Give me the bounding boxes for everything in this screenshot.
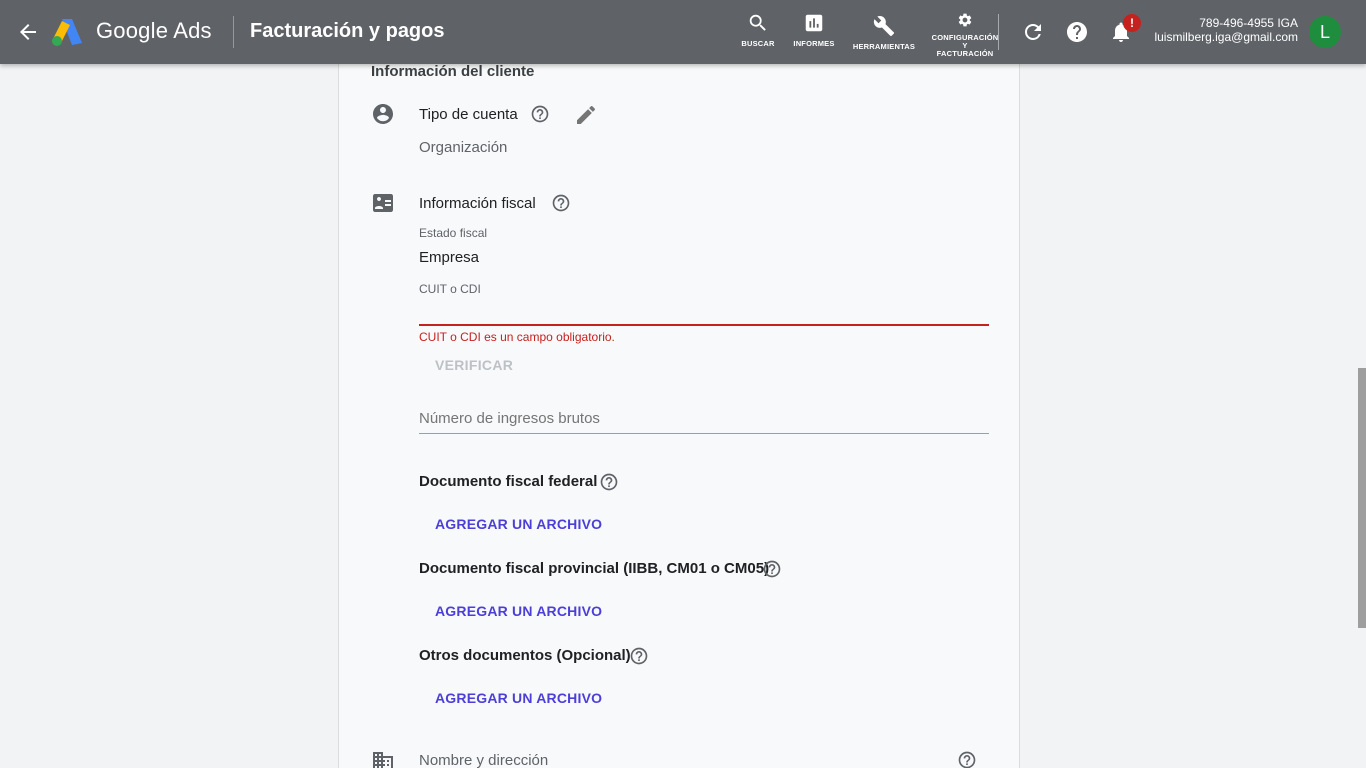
other-docs-help-icon[interactable] — [629, 646, 649, 666]
name-address-label[interactable]: Nombre y dirección — [419, 752, 548, 768]
add-provincial-file-button[interactable]: AGREGAR UN ARCHIVO — [435, 603, 602, 619]
reports-icon — [805, 14, 823, 32]
federal-tax-doc-title: Documento fiscal federal — [419, 473, 598, 490]
account-type-help-icon[interactable] — [530, 104, 550, 124]
cuit-label: CUIT o CDI — [419, 282, 481, 296]
add-other-file-button[interactable]: AGREGAR UN ARCHIVO — [435, 690, 602, 706]
nav-tools-label: HERRAMIENTAS — [852, 42, 916, 51]
cuit-input-underline — [419, 324, 989, 326]
help-icon[interactable] — [1065, 20, 1089, 44]
verify-button[interactable]: VERIFICAR — [435, 357, 513, 373]
google-ads-logo — [52, 17, 84, 47]
nav-settings-label: CONFIGURACIÓN Y FACTURACIÓN — [932, 33, 999, 58]
refresh-icon[interactable] — [1021, 20, 1045, 44]
other-docs-title: Otros documentos (Opcional) — [419, 647, 631, 664]
back-arrow-icon[interactable] — [16, 20, 40, 44]
customer-info-card: Información del cliente Tipo de cuenta O… — [338, 0, 1020, 768]
account-id: 789-496-4955 IGA — [1199, 16, 1298, 30]
top-app-bar: Google Ads Facturación y pagos BUSCAR IN… — [0, 0, 1366, 64]
page-scrollbar[interactable] — [1358, 368, 1366, 628]
section-title: Información del cliente — [371, 63, 535, 80]
cuit-input[interactable] — [419, 298, 989, 324]
nav-tools-button[interactable]: HERRAMIENTAS — [852, 15, 916, 61]
page-title: Facturación y pagos — [250, 20, 445, 42]
search-icon — [749, 14, 766, 31]
nav-search-button[interactable]: BUSCAR — [740, 12, 776, 58]
notification-badge: ! — [1123, 14, 1141, 32]
account-email: luismilberg.iga@gmail.com — [1154, 30, 1298, 44]
cuit-error-message: CUIT o CDI es un campo obligatorio. — [419, 330, 615, 344]
account-type-value: Organización — [419, 139, 508, 156]
nav-reports-label: INFORMES — [793, 39, 835, 48]
fiscal-status-value[interactable]: Empresa — [419, 249, 479, 266]
avatar[interactable]: L — [1309, 16, 1341, 48]
federal-tax-doc-help-icon[interactable] — [599, 472, 619, 492]
nav-divider — [998, 14, 999, 50]
nav-reports-button[interactable]: INFORMES — [792, 12, 836, 58]
fiscal-status-label: Estado fiscal — [419, 226, 488, 240]
name-address-help-icon[interactable] — [957, 750, 977, 768]
gear-icon — [958, 13, 972, 27]
account-type-label: Tipo de cuenta — [419, 106, 518, 123]
nav-settings-label-line3: FACTURACIÓN — [936, 49, 994, 58]
nav-search-label: BUSCAR — [741, 39, 775, 48]
provincial-tax-doc-title: Documento fiscal provincial (IIBB, CM01 … — [419, 560, 770, 577]
wrench-icon — [873, 16, 895, 37]
account-circle-icon — [371, 102, 395, 126]
edit-pencil-icon[interactable] — [574, 103, 598, 127]
provincial-tax-doc-help-icon[interactable] — [762, 559, 782, 579]
product-name[interactable]: Google Ads — [96, 18, 212, 44]
contact-card-icon — [371, 191, 395, 215]
fiscal-info-label: Información fiscal — [419, 195, 536, 212]
gross-income-input[interactable] — [419, 404, 989, 432]
business-building-icon — [371, 749, 395, 768]
title-divider — [233, 16, 234, 48]
fiscal-info-help-icon[interactable] — [551, 193, 571, 213]
gross-income-underline — [419, 433, 989, 434]
account-info[interactable]: 789-496-4955 IGA luismilberg.iga@gmail.c… — [1154, 16, 1298, 44]
add-federal-file-button[interactable]: AGREGAR UN ARCHIVO — [435, 516, 602, 532]
nav-settings-label-line2: Y — [962, 41, 968, 50]
nav-settings-billing-button[interactable]: CONFIGURACIÓN Y FACTURACIÓN — [932, 12, 998, 58]
